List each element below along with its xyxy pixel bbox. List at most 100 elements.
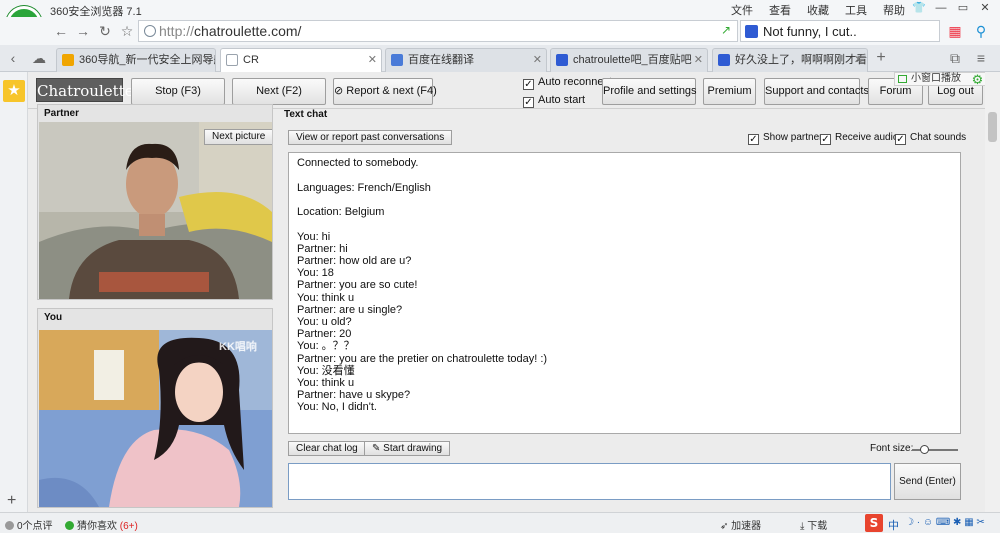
- bookmark-star-icon[interactable]: ☆: [118, 22, 136, 40]
- search-input[interactable]: Not funny, I cut..: [763, 24, 857, 39]
- report-next-button[interactable]: ⊘ Report & next (F4): [333, 78, 437, 105]
- chat-message: You: 。？？: [297, 340, 355, 353]
- window-controls: 👕 — ▭ ✕: [908, 0, 996, 16]
- cloud-icon[interactable]: ☁: [30, 49, 48, 67]
- skin-icon[interactable]: 👕: [908, 0, 930, 16]
- share-icon[interactable]: ↗: [721, 23, 731, 37]
- address-row: ← → ↻ ☆ http://chatroulette.com/ ↗ Not f…: [0, 17, 1000, 45]
- chat-message: You: 没看懂: [297, 364, 355, 377]
- download-button[interactable]: ⤓ 下载: [800, 517, 827, 532]
- ime-mode[interactable]: 中: [888, 517, 899, 533]
- premium-button[interactable]: Premium: [703, 78, 756, 105]
- receive-audio-checkbox[interactable]: ✓ Receive audio: [820, 132, 898, 145]
- next-button[interactable]: Next (F2): [232, 78, 326, 105]
- accelerator-button[interactable]: ➶ 加速器: [720, 517, 761, 532]
- sidebar-add-icon[interactable]: +: [7, 492, 16, 510]
- tab-chatroulette-tieba[interactable]: chatroulette吧_百度贴吧 ✕: [550, 48, 708, 72]
- you-header: You: [44, 312, 63, 323]
- ime-toolbar-icons[interactable]: ☽ · ☺ ⌨ ✱ ▦ ✂: [905, 517, 985, 528]
- tab-close-icon[interactable]: ✕: [854, 49, 863, 71]
- chat-log: Connected to somebody. Languages: French/…: [288, 152, 961, 434]
- close-button[interactable]: ✕: [974, 0, 996, 16]
- tab-360-nav[interactable]: 360导航_新一代安全上网导航 ✕: [56, 48, 216, 72]
- restore-tab-icon[interactable]: ⧉: [946, 49, 964, 67]
- gear-icon[interactable]: ⚙: [970, 72, 985, 87]
- chat-message: You: hi: [297, 230, 331, 243]
- tab-favicon-icon: [556, 54, 568, 66]
- sogou-ime-icon[interactable]: S: [865, 514, 883, 532]
- guess-you-like[interactable]: 猜你喜欢 (6+): [65, 517, 138, 532]
- text-chat-panel: Text chat View or report past conversati…: [280, 109, 968, 510]
- clear-chat-log-button[interactable]: Clear chat log: [288, 441, 366, 456]
- partner-video-image: [39, 122, 272, 299]
- scrollbar-thumb[interactable]: [988, 112, 997, 142]
- favorites-star-icon[interactable]: ★: [3, 80, 25, 102]
- start-drawing-button[interactable]: ✎ Start drawing: [364, 441, 451, 456]
- menu-file[interactable]: 文件: [731, 2, 753, 18]
- status-dot-icon: [65, 521, 74, 530]
- chat-message: Partner: are u single?: [297, 303, 403, 316]
- page-scrollbar[interactable]: [985, 72, 1000, 512]
- chat-message: You: think u: [297, 291, 355, 304]
- address-bar[interactable]: http://chatroulette.com/ ↗: [138, 20, 738, 42]
- comment-icon: [5, 521, 14, 530]
- auto-reconnect-checkbox[interactable]: ✓ Auto reconnect: [523, 76, 612, 90]
- chat-spacer: [297, 169, 952, 181]
- font-size-slider-handle[interactable]: [920, 445, 929, 454]
- maximize-button[interactable]: ▭: [952, 0, 974, 16]
- menu-tools[interactable]: 工具: [845, 2, 867, 18]
- search-box[interactable]: Not funny, I cut..: [740, 20, 940, 42]
- chat-message: You: think u: [297, 376, 355, 389]
- tab-close-icon[interactable]: ✕: [368, 49, 377, 71]
- tab-scroll-left-icon[interactable]: ‹: [4, 49, 22, 67]
- message-input[interactable]: [288, 463, 891, 500]
- chat-message: Location: Belgium: [297, 206, 385, 218]
- chat-message: Partner: you are the pretier on chatroul…: [297, 352, 548, 365]
- support-contacts-button[interactable]: Support and contacts: [764, 78, 869, 105]
- chat-message: You: 18: [297, 267, 334, 280]
- chat-message: Partner: how old are u?: [297, 254, 412, 267]
- browser-title-bar: 360安全浏览器 7.1 文件 查看 收藏 工具 帮助 👕 — ▭ ✕: [0, 0, 1000, 18]
- next-picture-button[interactable]: Next picture: [204, 129, 272, 145]
- menu-view[interactable]: 查看: [769, 2, 791, 18]
- view-report-button[interactable]: View or report past conversations: [288, 130, 453, 145]
- chat-sounds-checkbox[interactable]: ✓ Chat sounds: [895, 132, 966, 145]
- tab-baidu-translate[interactable]: 百度在线翻译 ✕: [385, 48, 547, 72]
- tab-close-icon[interactable]: ✕: [202, 49, 211, 71]
- browser-menu: 文件 查看 收藏 工具 帮助: [731, 2, 905, 18]
- menu-help[interactable]: 帮助: [883, 2, 905, 18]
- tab-cr[interactable]: CR ✕: [220, 48, 382, 73]
- auto-start-checkbox[interactable]: ✓ Auto start: [523, 94, 585, 108]
- search-icon[interactable]: ⚲: [972, 22, 990, 40]
- tab-tieba-post[interactable]: 好久没上了，啊啊啊刚才看见 ✕: [712, 48, 868, 72]
- globe-icon: [144, 25, 156, 37]
- send-button[interactable]: Send (Enter): [894, 463, 961, 500]
- minimize-button[interactable]: —: [930, 0, 952, 16]
- tab-favicon-icon: [718, 54, 730, 66]
- you-video: KK唱响: [39, 330, 272, 507]
- url-text: http://chatroulette.com/: [159, 23, 302, 39]
- checkmark-icon: ✓: [523, 97, 534, 108]
- block-icon: ⊘: [334, 85, 347, 97]
- font-size-slider[interactable]: [912, 449, 958, 451]
- tab-close-icon[interactable]: ✕: [694, 49, 703, 71]
- profile-settings-button[interactable]: Profile and settings: [602, 78, 697, 105]
- back-icon[interactable]: ←: [52, 22, 70, 40]
- apps-grid-icon[interactable]: ▦: [946, 22, 964, 40]
- baidu-icon: [745, 25, 758, 38]
- reviews-status[interactable]: 0个点评: [5, 517, 53, 532]
- you-video-image: [39, 330, 272, 507]
- refresh-icon[interactable]: ↻: [96, 22, 114, 40]
- tab-close-icon[interactable]: ✕: [533, 49, 542, 71]
- tab-menu-icon[interactable]: ≡: [972, 49, 990, 67]
- chat-message: Languages: French/English: [297, 181, 431, 194]
- menu-favorites[interactable]: 收藏: [807, 2, 829, 18]
- show-partner-checkbox[interactable]: ✓ Show partner: [748, 132, 822, 145]
- stop-button[interactable]: Stop (F3): [131, 78, 225, 105]
- new-tab-icon[interactable]: +: [872, 49, 890, 67]
- forward-icon[interactable]: →: [74, 22, 92, 40]
- float-window-icon: [898, 75, 907, 83]
- video-watermark: KK唱响: [219, 341, 257, 353]
- rocket-icon: ➶: [720, 521, 732, 532]
- partner-video: Next picture: [39, 122, 272, 299]
